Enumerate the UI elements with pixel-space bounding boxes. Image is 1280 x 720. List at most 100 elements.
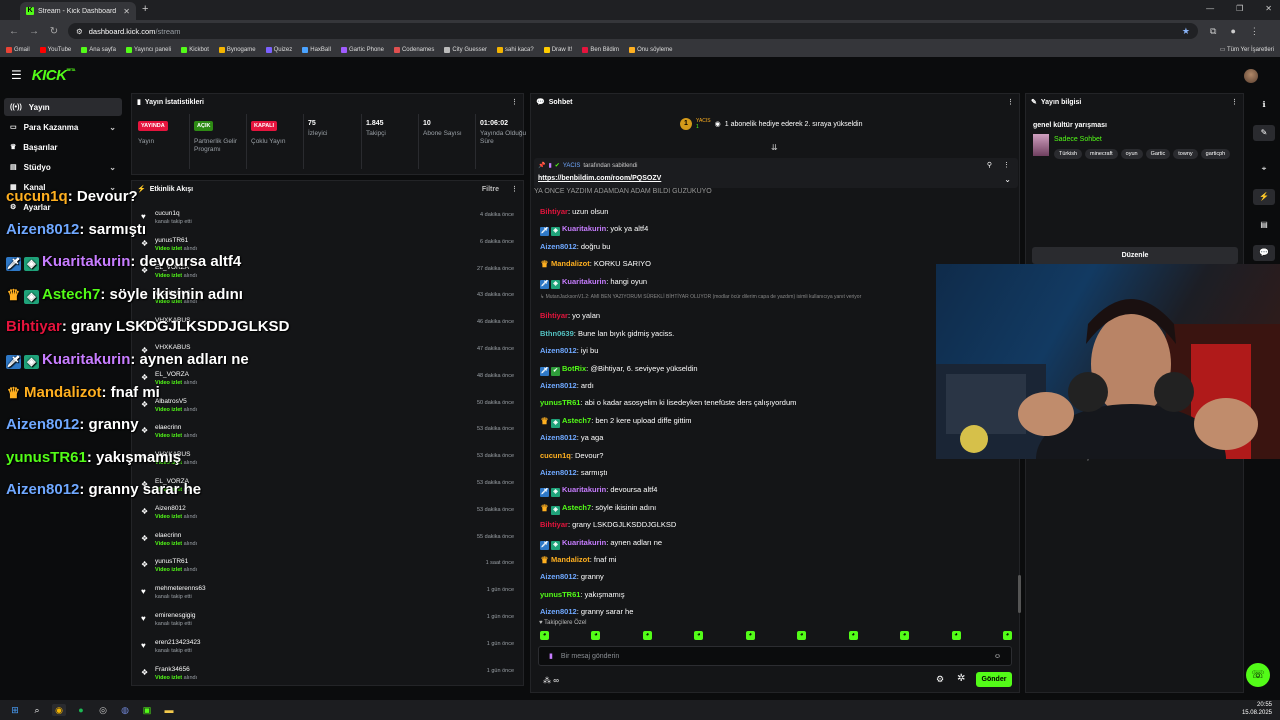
bookmark-item[interactable]: Gartic Phone bbox=[340, 46, 384, 53]
chat-username[interactable]: Mandalizot bbox=[551, 555, 590, 564]
chat-username[interactable]: Aizen8012 bbox=[540, 433, 577, 442]
chat-input[interactable]: ▮ Bir mesaj gönderin ☺ bbox=[538, 646, 1012, 666]
activity-row[interactable]: ❖ VHXKABUS Video izlet alındı 43 dakika önc… bbox=[136, 288, 520, 314]
chat-username[interactable]: yunusTR61 bbox=[540, 590, 580, 599]
activity-row[interactable]: ♥ mehmeterenns63 kanalı takip etti 1 gün ön… bbox=[136, 583, 520, 609]
windows-start-icon[interactable]: ⊞ bbox=[8, 704, 22, 716]
activity-row[interactable]: ❖ yunusTR61 Video izlet alındı 6 dakika önc… bbox=[136, 235, 520, 261]
bookmark-item[interactable]: HaxBall bbox=[302, 46, 331, 53]
bookmark-item[interactable]: Ana sayfa bbox=[81, 46, 116, 53]
chat-username[interactable]: Aizen8012 bbox=[540, 607, 577, 616]
emote-icon[interactable]: ◕ bbox=[848, 631, 858, 640]
bookmark-star-icon[interactable]: ★ bbox=[1182, 26, 1190, 37]
target-icon[interactable]: ⌖ bbox=[1253, 161, 1275, 177]
extensions-icon[interactable]: ⧉ bbox=[1210, 26, 1216, 37]
sidebar-item-1[interactable]: ▭ Para Kazanma ⌄ bbox=[4, 118, 122, 136]
activity-row[interactable]: ❖ EL_VORZA Video izlet alındı 27 dakika önc… bbox=[136, 262, 520, 288]
emote-icon[interactable]: ◕ bbox=[694, 631, 704, 640]
user-avatar[interactable] bbox=[1244, 69, 1258, 83]
chat-username[interactable]: Kuaritakurin bbox=[562, 485, 606, 494]
stream-tag[interactable]: garticph bbox=[1200, 149, 1231, 159]
bookmark-item[interactable]: Onu söyleme bbox=[629, 46, 672, 53]
minecraft-icon[interactable]: ▣ bbox=[140, 704, 154, 716]
activity-row[interactable]: ❖ EL_VORZA Video izlet alındı 53 dakika önc… bbox=[136, 476, 520, 502]
address-input[interactable]: ⚙ dashboard.kick.com/stream ★ bbox=[68, 23, 1198, 39]
chat-username[interactable]: Mandalizot bbox=[551, 259, 590, 268]
bookmark-item[interactable]: Bynogame bbox=[218, 46, 256, 53]
pinned-link[interactable]: https://benbildim.com/room/PQSOZV bbox=[538, 175, 661, 182]
chat-bubble-icon[interactable]: 💬 bbox=[1253, 245, 1275, 261]
chat-username[interactable]: yunusTR61 bbox=[540, 398, 580, 407]
maximize-icon[interactable]: ❐ bbox=[1236, 4, 1243, 13]
minimize-icon[interactable]: — bbox=[1206, 4, 1214, 13]
emote-icon[interactable]: ◕ bbox=[1002, 631, 1012, 640]
chat-username[interactable]: Kuaritakurin bbox=[562, 277, 606, 286]
support-chat-icon[interactable]: ☏ bbox=[1246, 663, 1270, 687]
chat-username[interactable]: Bihtiyar bbox=[540, 207, 568, 216]
activity-row[interactable]: ❖ yunusTR61 Video izlet alındı 1 saat önce bbox=[136, 556, 520, 582]
emote-icon[interactable]: ◕ bbox=[540, 631, 549, 640]
activity-row[interactable]: ❖ Aizen8012 Video izlet alındı 53 dakika ön… bbox=[136, 503, 520, 529]
bookmark-item[interactable]: Draw It! bbox=[543, 46, 572, 53]
send-button[interactable]: Gönder bbox=[976, 672, 1012, 687]
activity-more-icon[interactable]: ⋮ bbox=[511, 185, 518, 193]
activity-row[interactable]: ❖ VHXKABUS 46 dakika önce bbox=[136, 315, 520, 341]
emote-icon[interactable]: ◕ bbox=[745, 631, 755, 640]
bookmark-item[interactable]: YouTube bbox=[39, 46, 71, 53]
system-clock[interactable]: 20:55 15.08.2025 bbox=[1242, 701, 1272, 717]
chat-username[interactable]: cucun1q bbox=[540, 451, 571, 460]
stats-more-icon[interactable]: ⋮ bbox=[511, 98, 518, 106]
pencil-icon[interactable]: ✎ bbox=[1253, 125, 1275, 141]
discord-icon[interactable]: ◍ bbox=[118, 704, 132, 716]
close-window-icon[interactable]: ✕ bbox=[1265, 4, 1272, 13]
all-bookmarks-link[interactable]: ▭ Tüm Yer İşaretleri bbox=[1220, 46, 1274, 53]
profile-icon[interactable]: ● bbox=[1230, 26, 1235, 37]
chat-username[interactable]: Bihtiyar bbox=[540, 520, 568, 529]
collapse-chevron-icon[interactable]: ⇊ bbox=[771, 143, 778, 152]
pinned-more-icon[interactable]: ⋮ bbox=[1003, 161, 1010, 169]
stream-tag[interactable]: minecraft bbox=[1085, 149, 1118, 159]
chat-username[interactable]: Astech7 bbox=[562, 503, 591, 512]
emote-icon[interactable]: ◕ bbox=[900, 631, 910, 640]
activity-row[interactable]: ♥ emirenesgigig kanalı takip etti 1 gün önc… bbox=[136, 610, 520, 636]
stream-tag[interactable]: Türkish bbox=[1054, 149, 1083, 159]
chat-username[interactable]: Kuaritakurin bbox=[562, 538, 606, 547]
stream-tag[interactable]: oyun bbox=[1120, 149, 1143, 159]
info-circle-icon[interactable]: ℹ bbox=[1253, 97, 1275, 113]
emote-settings-icon[interactable]: ✲ bbox=[957, 673, 965, 684]
close-tab-icon[interactable]: ✕ bbox=[123, 7, 130, 16]
activity-row[interactable]: ♥ eren213423423 kanalı takip etti 1 gün önc… bbox=[136, 637, 520, 663]
bookmark-item[interactable]: Codenames bbox=[393, 46, 434, 53]
chat-settings-icon[interactable]: ⚙ bbox=[936, 674, 944, 685]
activity-row[interactable]: ❖ elaecrinn Video izlet alındı 53 dakika ön… bbox=[136, 422, 520, 448]
stream-tag[interactable]: Gartic bbox=[1145, 149, 1171, 159]
sidebar-item-3[interactable]: ▤ Stüdyo ⌄ bbox=[4, 158, 122, 176]
bookmark-item[interactable]: Ben Bildim bbox=[582, 46, 619, 53]
file-explorer-icon[interactable]: ▬ bbox=[162, 704, 176, 716]
flash-icon[interactable]: ⚡ bbox=[1253, 189, 1275, 205]
emote-icon[interactable]: ◕ bbox=[642, 631, 652, 640]
expand-pinned-icon[interactable]: ⌄ bbox=[1004, 175, 1011, 184]
bookmark-item[interactable]: Gmail bbox=[6, 46, 30, 53]
chat-username[interactable]: BotRix bbox=[562, 364, 586, 373]
activity-row[interactable]: ❖ AlbatrosV5 Video izlet alındı 50 dakika ö… bbox=[136, 396, 520, 422]
chat-username[interactable]: Kuaritakurin bbox=[562, 224, 606, 233]
activity-row[interactable]: ❖ elaecrinn Video izlet alındı 55 dakika ön… bbox=[136, 530, 520, 556]
emote-icon[interactable]: ◕ bbox=[591, 631, 601, 640]
unpin-icon[interactable]: ⚲ bbox=[987, 161, 992, 169]
chrome-icon[interactable]: ◉ bbox=[52, 704, 66, 716]
emote-icon[interactable]: ◕ bbox=[797, 631, 807, 640]
stream-category[interactable]: Sadece Sohbet bbox=[1054, 136, 1102, 143]
browser-tab[interactable]: K Stream - Kick Dashboard ✕ bbox=[20, 2, 136, 20]
activity-row[interactable]: ❖ Frank34656 Video izlet alındı 1 gün önce bbox=[136, 664, 520, 690]
kick-logo[interactable]: KICKBETA bbox=[32, 67, 76, 84]
emote-icon[interactable]: ◕ bbox=[951, 631, 961, 640]
obs-icon[interactable]: ◎ bbox=[96, 704, 110, 716]
activity-row[interactable]: ♥ cucun1q kanalı takip etti 4 dakika önce bbox=[136, 208, 520, 234]
bookmark-item[interactable]: City Guesser bbox=[444, 46, 487, 53]
bookmark-item[interactable]: Kickbot bbox=[181, 46, 209, 53]
chat-username[interactable]: Aizen8012 bbox=[540, 381, 577, 390]
bookmark-item[interactable]: sahi kaca? bbox=[497, 46, 534, 53]
chat-username[interactable]: Bihtiyar bbox=[540, 311, 568, 320]
stream-tag[interactable]: towny bbox=[1173, 149, 1198, 159]
